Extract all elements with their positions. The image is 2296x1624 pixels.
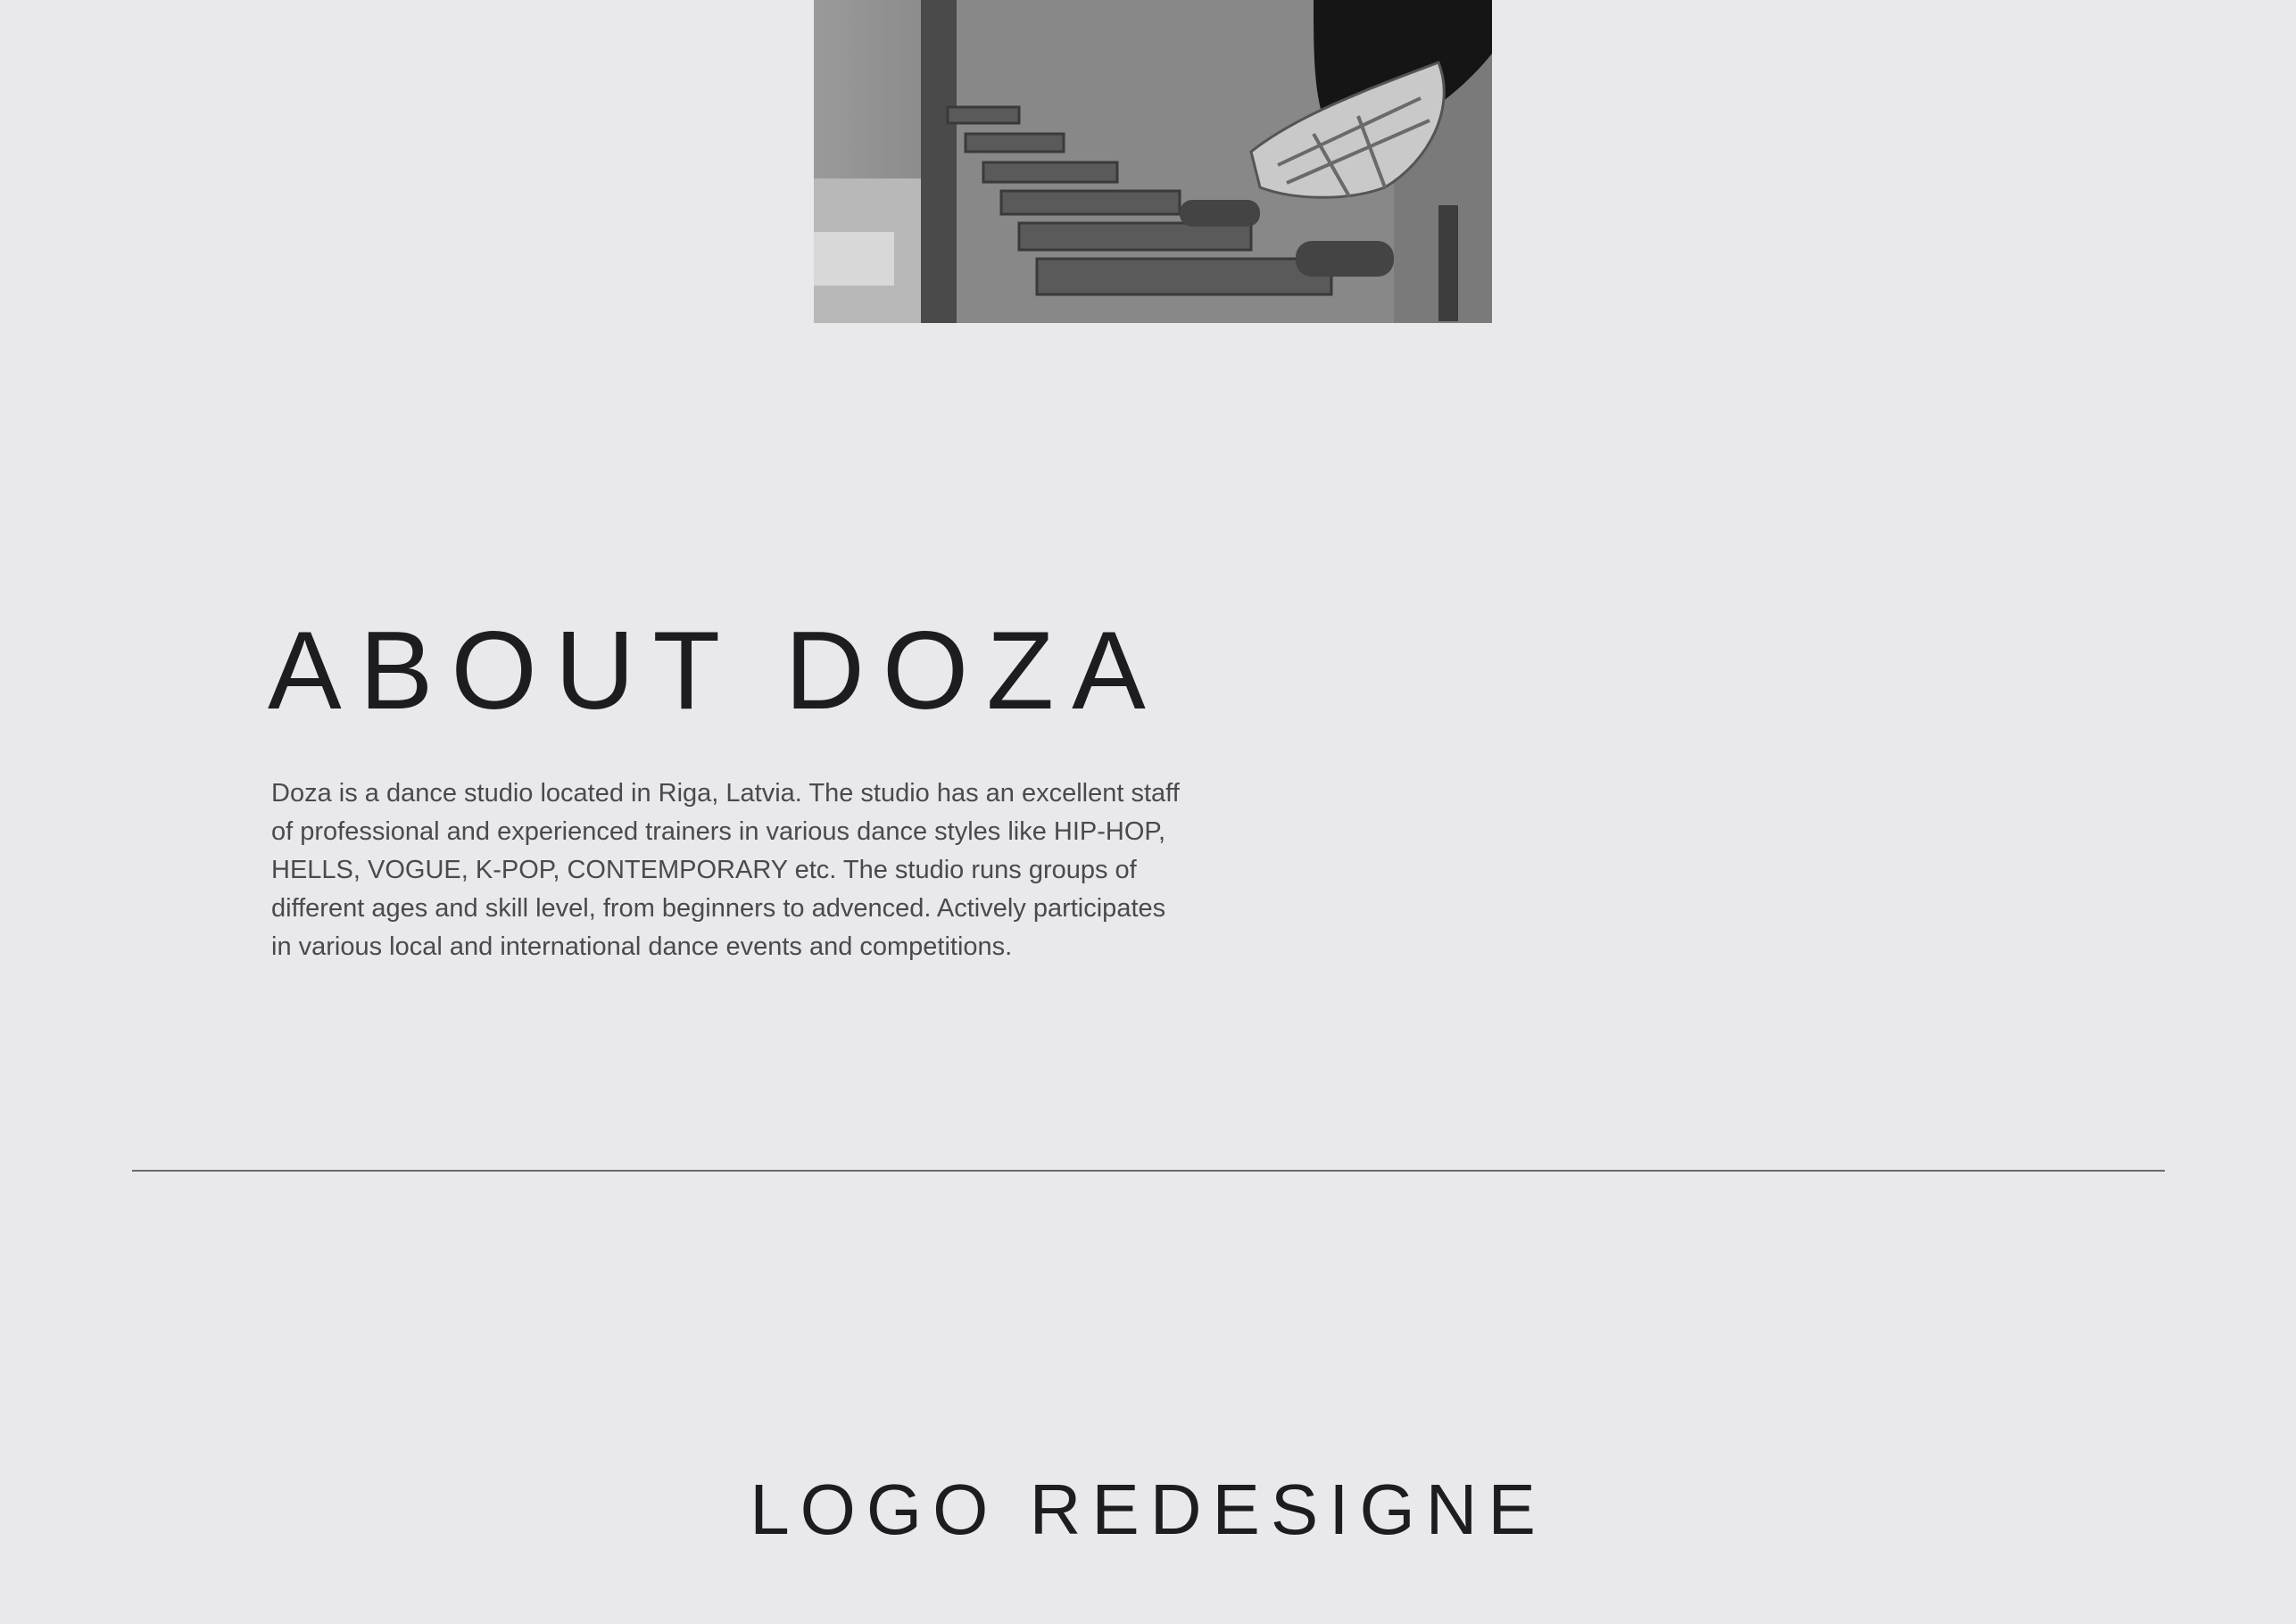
- photo-illustration: [814, 0, 1492, 323]
- about-description-line: in various local and international dance…: [271, 932, 1013, 961]
- about-description: Doza is a dance studio located in Riga, …: [271, 775, 1180, 966]
- about-description-line: Doza is a dance studio located in Riga, …: [271, 779, 1180, 808]
- about-description-line: different ages and skill level, from beg…: [271, 894, 1166, 923]
- about-title: ABOUT DOZA: [268, 609, 1164, 733]
- hero-photo: [814, 0, 1492, 323]
- section-divider: [132, 1170, 2165, 1172]
- logo-redesign-title: LOGO REDESIGNE: [750, 1470, 1546, 1549]
- about-description-line: of professional and experienced trainers…: [271, 817, 1166, 846]
- page: ABOUT DOZA Doza is a dance studio locate…: [0, 0, 2296, 1624]
- about-description-line: HELLS, VOGUE, K-POP, CONTEMPORARY etc. T…: [271, 856, 1137, 884]
